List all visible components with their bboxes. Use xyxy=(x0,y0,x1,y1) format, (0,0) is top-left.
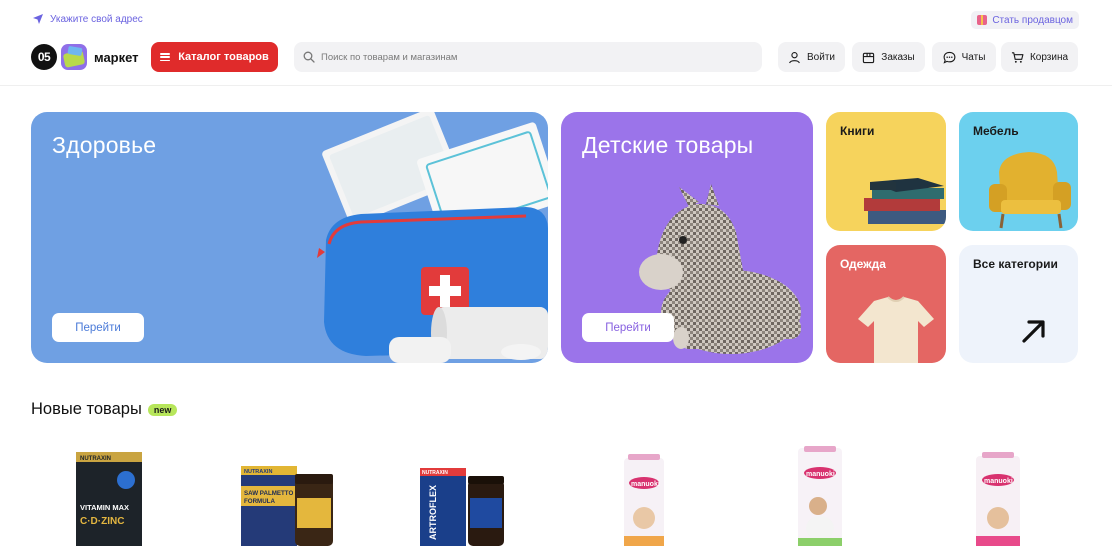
menu-icon xyxy=(160,53,171,61)
cart-icon xyxy=(1011,51,1024,63)
cart-label: Корзина xyxy=(1029,51,1069,63)
address-selector[interactable]: Укажите свой адрес xyxy=(32,13,143,25)
category-clothes[interactable]: Одежда xyxy=(826,245,946,363)
product-3-brand: NUTRAXIN xyxy=(422,470,448,476)
category-all-label: Все категории xyxy=(973,257,1058,271)
banner-health-title: Здоровье xyxy=(52,132,157,158)
product-2-line2: FORMULA xyxy=(244,498,275,505)
top-strip: Укажите свой адрес Стать продавцом xyxy=(0,0,1112,40)
category-all[interactable]: Все категории xyxy=(959,245,1078,363)
banner-kids-title: Детские товары xyxy=(582,132,754,158)
chats-button[interactable]: Чаты xyxy=(932,42,996,72)
chat-icon xyxy=(943,51,956,64)
product-card[interactable]: manuoki xyxy=(752,440,892,546)
new-products-header: Новые товары new xyxy=(31,400,178,419)
search-bar xyxy=(294,42,762,72)
cart-button[interactable]: Корзина xyxy=(1001,42,1078,72)
banner-health-button[interactable]: Перейти xyxy=(52,313,144,342)
product-image: manuoki xyxy=(976,452,1020,546)
books-illustration xyxy=(864,178,946,224)
become-seller-label: Стать продавцом xyxy=(992,14,1073,26)
catalog-button[interactable]: Каталог товаров xyxy=(151,42,278,72)
product-card[interactable]: NUTRAXIN VITAMIN MAX C·D·ZINC xyxy=(40,440,180,546)
new-products-title: Новые товары xyxy=(31,400,142,418)
become-seller-link[interactable]: Стать продавцом xyxy=(971,11,1079,29)
product-image: manuoki xyxy=(798,446,842,546)
location-arrow-icon xyxy=(33,14,43,24)
product-image: NUTRAXIN VITAMIN MAX C·D·ZINC xyxy=(76,452,142,546)
product-card[interactable]: NUTRAXIN SAW PALMETTO FORMULA xyxy=(215,440,355,546)
product-6-brand: manuoki xyxy=(984,478,1013,485)
orders-label: Заказы xyxy=(881,51,915,63)
product-image: NUTRAXIN ARTROFLEX xyxy=(420,468,504,546)
product-card[interactable]: manuoki xyxy=(576,440,716,546)
category-furniture[interactable]: Мебель xyxy=(959,112,1078,231)
product-3-line1: ARTROFLEX xyxy=(428,485,438,540)
tshirt-illustration xyxy=(858,296,934,363)
logo-cube-icon xyxy=(61,44,87,70)
banner-kids[interactable]: Детские товары Перейти xyxy=(561,112,813,363)
box-icon xyxy=(863,52,875,63)
product-image: NUTRAXIN SAW PALMETTO FORMULA xyxy=(241,466,333,546)
product-4-brand: manuoki xyxy=(631,481,660,488)
gift-icon xyxy=(977,15,988,25)
product-2-brand: NUTRAXIN xyxy=(244,469,272,475)
banner-kids-button[interactable]: Перейти xyxy=(582,313,674,342)
search-icon xyxy=(303,51,315,63)
chats-label: Чаты xyxy=(961,51,986,63)
product-1-line1: VITAMIN MAX xyxy=(80,503,129,512)
login-button[interactable]: Войти xyxy=(778,42,845,72)
product-2-line1: SAW PALMETTO xyxy=(244,490,293,497)
banner-health[interactable]: Здоровье Перейти xyxy=(31,112,548,363)
product-image: manuoki xyxy=(624,454,664,546)
orders-button[interactable]: Заказы xyxy=(852,42,925,72)
product-5-brand: manuoki xyxy=(806,471,835,478)
header: 05 маркет Каталог товаров Войти Заказы Ч… xyxy=(0,40,1112,86)
product-1-brand: NUTRAXIN xyxy=(80,456,111,462)
armchair-illustration xyxy=(989,152,1071,229)
new-badge: new xyxy=(147,403,178,416)
user-icon xyxy=(789,51,800,63)
address-label: Укажите свой адрес xyxy=(50,13,143,25)
category-books[interactable]: Книги xyxy=(826,112,946,231)
arrow-up-right-icon xyxy=(1022,320,1045,343)
logo[interactable]: 05 маркет xyxy=(31,44,139,70)
search-input[interactable] xyxy=(321,51,741,63)
product-1-line2: C·D·ZINC xyxy=(80,516,124,527)
product-card[interactable]: manuoki xyxy=(928,440,1068,546)
logo-text: маркет xyxy=(94,49,139,65)
catalog-label: Каталог товаров xyxy=(178,51,269,63)
login-label: Войти xyxy=(807,51,835,63)
logo-badge: 05 xyxy=(31,44,57,70)
product-card[interactable]: NUTRAXIN ARTROFLEX xyxy=(390,440,530,546)
